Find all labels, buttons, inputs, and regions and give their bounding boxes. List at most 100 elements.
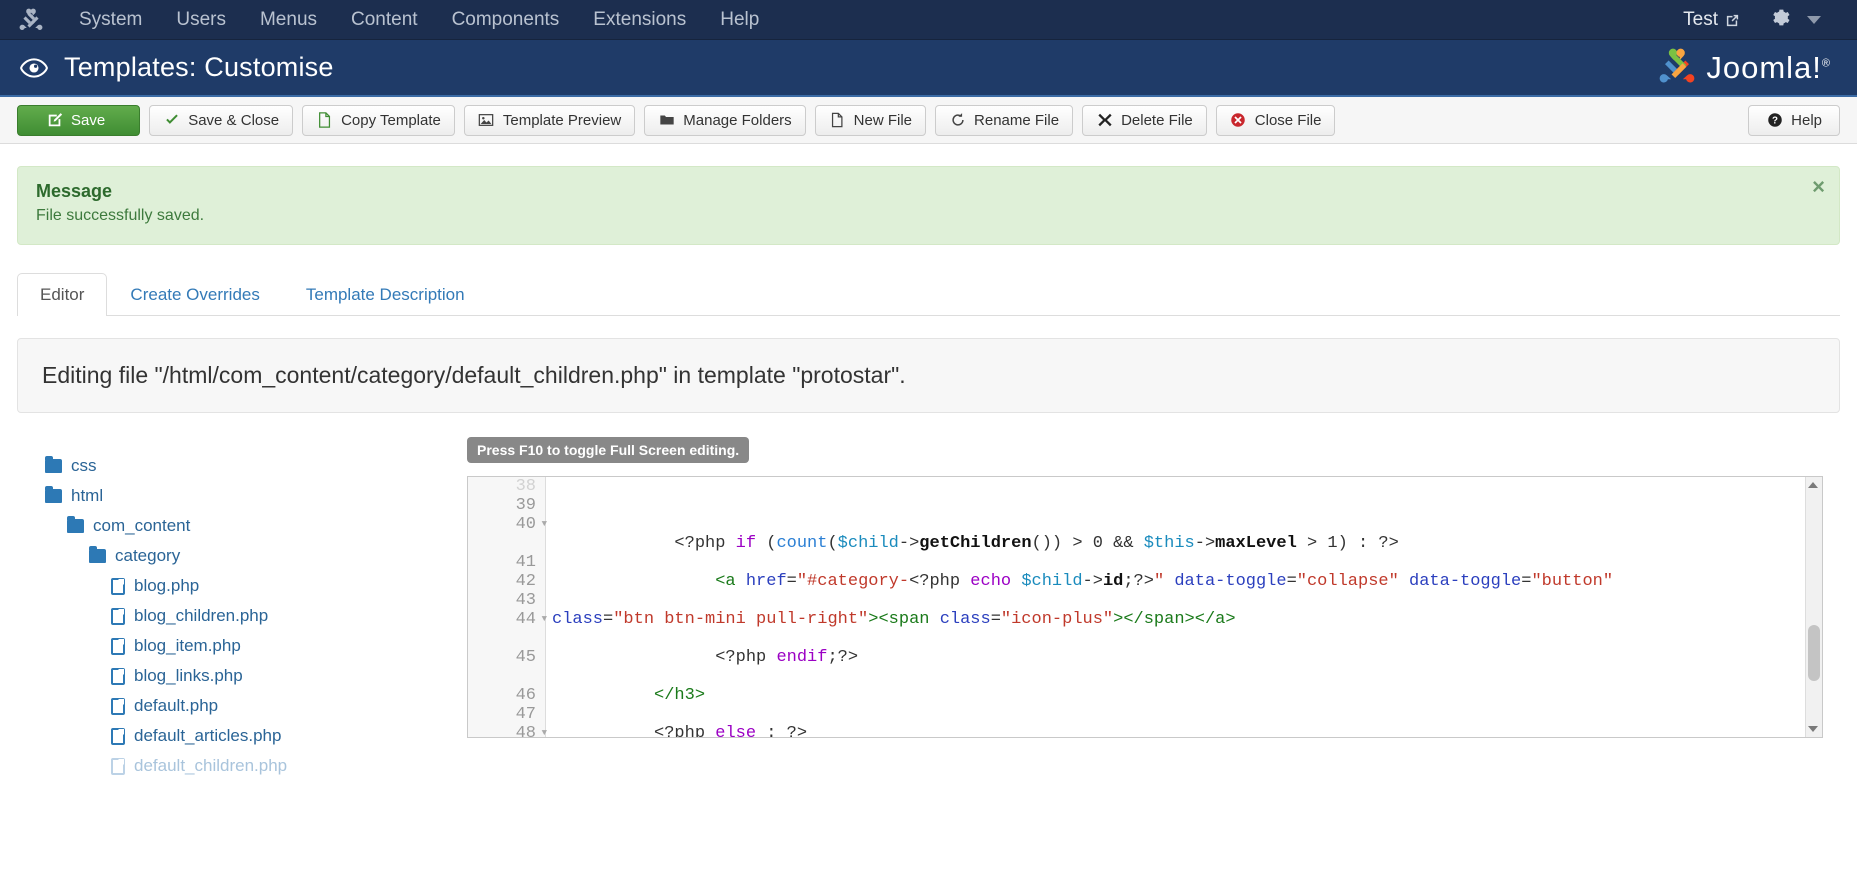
- site-name-label: Test: [1683, 8, 1718, 30]
- admin-menu-item-users[interactable]: Users: [159, 0, 243, 40]
- copy-template-button[interactable]: Copy Template: [302, 104, 455, 136]
- admin-menu-label: Extensions: [593, 8, 687, 30]
- tree-item-label: blog.php: [134, 576, 200, 595]
- external-link-icon: [1725, 12, 1740, 27]
- page-title: Templates: Customise: [64, 52, 334, 82]
- admin-menu-item-content[interactable]: Content: [334, 0, 435, 40]
- line-number: 38: [515, 477, 536, 496]
- admin-menu-label: Menus: [259, 8, 318, 30]
- tree-file-default-articles-php[interactable]: default_articles.php: [31, 721, 467, 751]
- x-icon: [1096, 112, 1113, 128]
- line-number: 46: [515, 686, 536, 705]
- eye-icon: [20, 57, 48, 78]
- code-content[interactable]: <?php if (count($child->getChildren()) >…: [546, 477, 1822, 737]
- tree-item-label: default_children.php: [134, 756, 288, 775]
- admin-menu-bar: System Users Menus Content Components Ex…: [0, 0, 1857, 40]
- code-editor[interactable]: 38 39 40▼ 41 42 43 44▼ 45 46 47 48▼ 49: [467, 476, 1823, 738]
- joomla-mark-icon: [1657, 46, 1697, 90]
- folder-icon: [45, 456, 62, 473]
- delete-file-label: Delete File: [1121, 111, 1193, 129]
- admin-menu-label: Content: [351, 8, 418, 30]
- tab-create-overrides[interactable]: Create Overrides: [107, 273, 282, 316]
- admin-dropdown-toggle[interactable]: [1805, 15, 1839, 24]
- scroll-up-arrow-icon[interactable]: [1808, 482, 1818, 488]
- tab-editor[interactable]: Editor: [17, 273, 108, 316]
- save-and-close-button[interactable]: Save & Close: [149, 104, 294, 136]
- tree-folder-com-content[interactable]: com_content: [31, 511, 467, 541]
- line-number: 39: [515, 496, 536, 515]
- help-button-label: Help: [1791, 111, 1822, 129]
- joomla-logo: Joomla!®: [1657, 46, 1837, 90]
- tab-label: Editor: [40, 285, 85, 304]
- tree-item-label: category: [115, 546, 181, 565]
- admin-menu-item-components[interactable]: Components: [435, 0, 577, 40]
- settings-button[interactable]: [1756, 7, 1805, 32]
- tree-item-label: com_content: [93, 516, 191, 535]
- tree-file-default-children-php[interactable]: default_children.php: [31, 751, 467, 781]
- rename-file-label: Rename File: [974, 111, 1060, 129]
- admin-bar-right: Test: [1667, 7, 1839, 32]
- admin-menu-item-menus[interactable]: Menus: [243, 0, 334, 40]
- save-button-label: Save: [71, 111, 106, 129]
- tree-folder-category[interactable]: category: [31, 541, 467, 571]
- file-icon: [111, 637, 125, 655]
- site-preview-link[interactable]: Test: [1667, 9, 1756, 31]
- joomla-brand-icon[interactable]: [18, 7, 44, 33]
- tree-folder-html[interactable]: html: [31, 481, 467, 511]
- code-line-42: </h3>: [654, 686, 706, 705]
- tab-label: Template Description: [305, 285, 465, 304]
- fullscreen-hint-tooltip: Press F10 to toggle Full Screen editing.: [467, 437, 750, 463]
- tree-item-label: blog_item.php: [134, 636, 241, 655]
- folder-icon: [45, 486, 62, 503]
- editor-scrollbar[interactable]: [1805, 477, 1822, 737]
- admin-menu-label: System: [79, 8, 143, 30]
- file-icon: [111, 757, 125, 775]
- joomla-wordmark: Joomla!®: [1706, 49, 1831, 85]
- editor-row: css html com_content category blog.php b…: [17, 437, 1840, 781]
- line-number: 40 ▼: [515, 515, 547, 534]
- scrollbar-thumb[interactable]: [1808, 625, 1820, 681]
- tree-file-blog-links-php[interactable]: blog_links.php: [31, 661, 467, 691]
- new-file-label: New File: [853, 111, 913, 129]
- scroll-down-arrow-icon[interactable]: [1808, 726, 1818, 732]
- rename-file-button[interactable]: Rename File: [935, 104, 1074, 136]
- tree-file-blog-item-php[interactable]: blog_item.php: [31, 631, 467, 661]
- help-button[interactable]: ? Help: [1748, 104, 1840, 136]
- close-file-label: Close File: [1254, 111, 1322, 129]
- save-pencil-icon: [46, 112, 63, 128]
- manage-folders-label: Manage Folders: [683, 111, 792, 129]
- page-title-bar: Templates: Customise Joomla!®: [0, 40, 1857, 97]
- image-icon: [478, 112, 495, 128]
- chevron-down-icon: [1807, 15, 1821, 24]
- line-number: 43: [515, 591, 536, 610]
- svg-text:?: ?: [1772, 116, 1778, 127]
- manage-folders-button[interactable]: Manage Folders: [644, 104, 806, 136]
- admin-menu-item-extensions[interactable]: Extensions: [576, 0, 703, 40]
- template-preview-label: Template Preview: [502, 111, 622, 129]
- check-icon: [163, 112, 180, 128]
- code-line-40-wrap: class="btn btn-mini pull-right"><span cl…: [552, 610, 1236, 629]
- tab-template-description[interactable]: Template Description: [283, 273, 488, 316]
- admin-menu-label: Components: [451, 8, 560, 30]
- admin-menu-item-help[interactable]: Help: [703, 0, 776, 40]
- file-icon: [111, 577, 125, 595]
- code-line-39: <?php if (count($child->getChildren()) >…: [674, 534, 1399, 553]
- line-number: 48 ▼: [468, 724, 547, 737]
- close-file-button[interactable]: Close File: [1215, 104, 1336, 136]
- tree-folder-css[interactable]: css: [31, 451, 467, 481]
- close-icon[interactable]: ×: [1812, 176, 1825, 198]
- admin-menu-item-system[interactable]: System: [62, 0, 159, 40]
- delete-file-button[interactable]: Delete File: [1082, 104, 1207, 136]
- tree-file-blog-php[interactable]: blog.php: [31, 571, 467, 601]
- tab-bar: Editor Create Overrides Template Descrip…: [17, 273, 1840, 316]
- line-number: 41: [515, 553, 536, 572]
- tree-item-label: blog_children.php: [134, 606, 269, 625]
- save-and-close-label: Save & Close: [188, 111, 280, 129]
- tree-file-blog-children-php[interactable]: blog_children.php: [31, 601, 467, 631]
- new-file-button[interactable]: New File: [814, 104, 927, 136]
- tree-file-default-php[interactable]: default.php: [31, 691, 467, 721]
- copy-icon: [316, 112, 333, 128]
- save-button[interactable]: Save: [17, 104, 141, 136]
- template-preview-button[interactable]: Template Preview: [463, 104, 636, 136]
- message-text: File successfully saved.: [36, 207, 205, 224]
